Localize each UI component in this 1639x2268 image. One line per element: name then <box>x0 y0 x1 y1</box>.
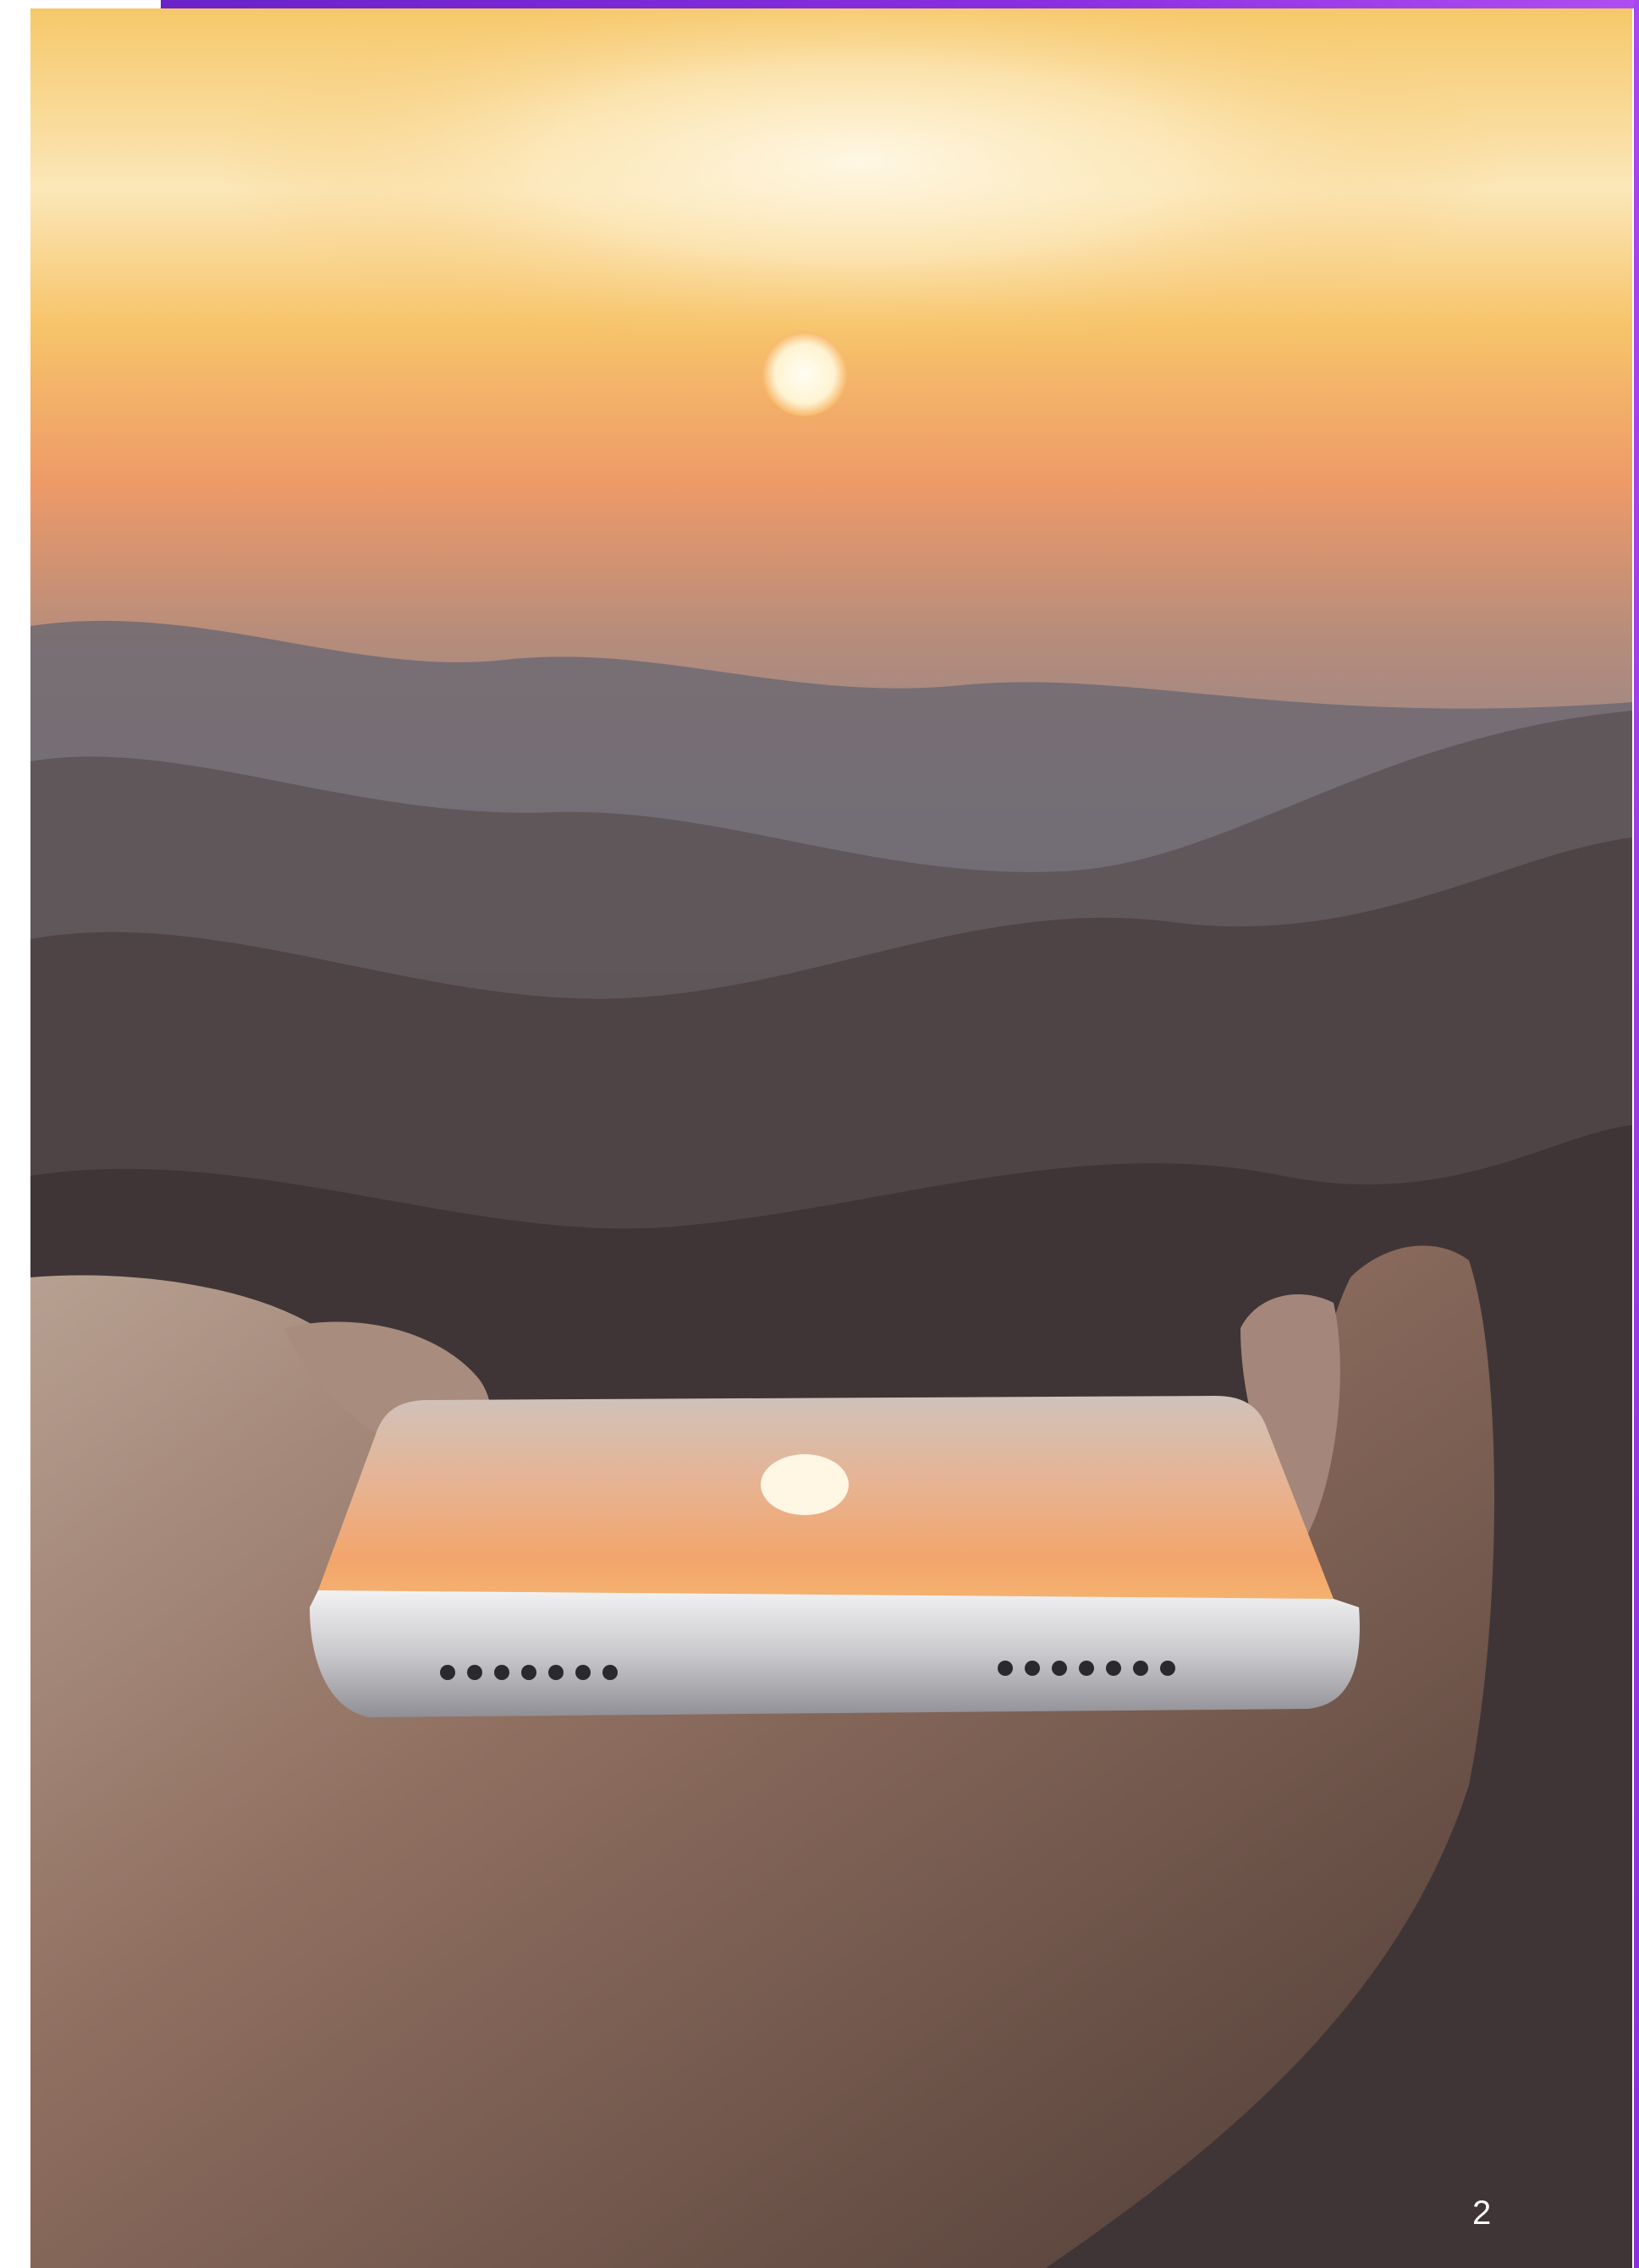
page-number: 2 <box>1472 2194 1492 2232</box>
right-accent-bar <box>1634 0 1639 2268</box>
top-accent-bar <box>161 0 1639 8</box>
sunset-phone-photo <box>30 8 1632 2268</box>
document-page: 2 <box>0 0 1639 2268</box>
